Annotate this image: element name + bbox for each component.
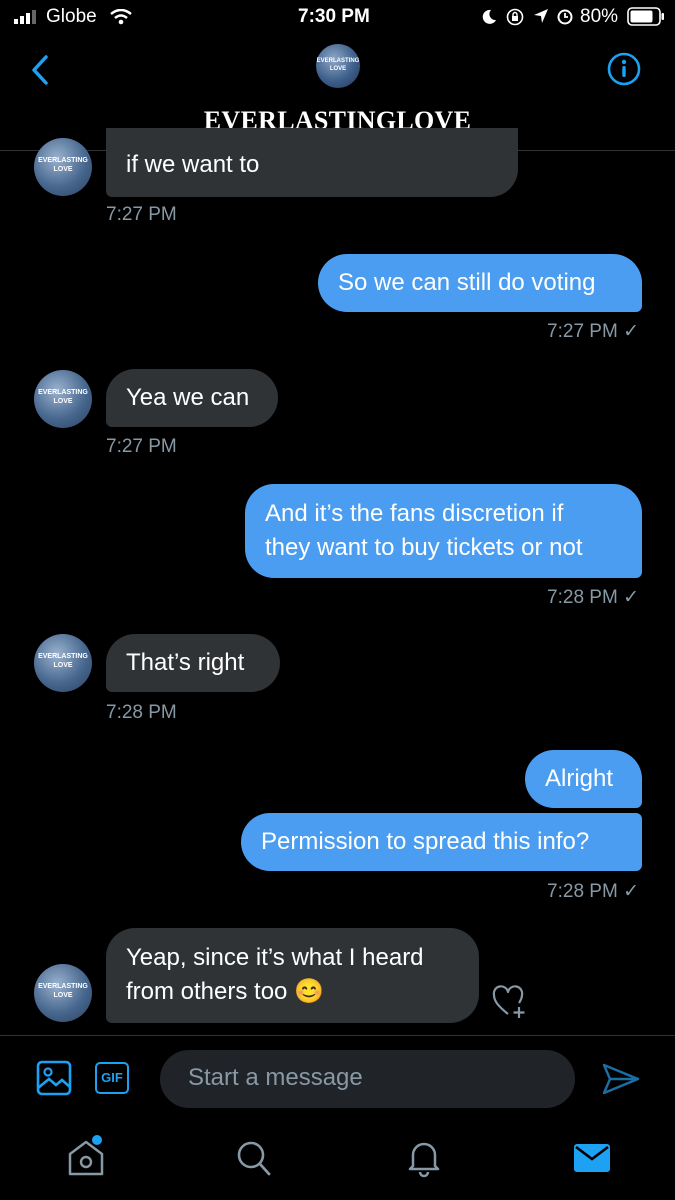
sender-avatar[interactable]: EVERLASTING LOVE <box>34 370 92 428</box>
message-text: if we want to <box>126 151 260 178</box>
status-bar: Globe 7:30 PM 80% <box>0 0 675 34</box>
message-bubble[interactable]: Yea we can <box>106 369 278 427</box>
location-icon <box>534 9 548 23</box>
message-bubble[interactable]: if we want to <box>106 128 518 197</box>
alarm-icon <box>557 9 573 25</box>
message-bubble[interactable]: That’s right <box>106 634 280 692</box>
send-icon[interactable] <box>601 1062 641 1096</box>
sender-avatar[interactable]: EVERLASTING LOVE <box>34 964 92 1022</box>
message-text: So we can still do voting <box>338 269 596 296</box>
message-timestamp: 7:28 PM <box>106 702 177 723</box>
avatar-logo-text: EVERLASTING LOVE <box>38 983 88 999</box>
status-time: 7:30 PM <box>298 6 370 27</box>
battery-icon <box>627 7 664 26</box>
message-bubble[interactable]: So we can still do voting <box>318 254 642 312</box>
avatar-logo-text: EVERLASTING LOVE <box>316 58 360 72</box>
message-text-line: they want to buy tickets or not <box>265 534 583 561</box>
messages-mail-icon[interactable] <box>574 1144 610 1172</box>
notifications-bell-icon[interactable] <box>406 1138 442 1178</box>
sender-avatar[interactable]: EVERLASTING LOVE <box>34 634 92 692</box>
image-icon[interactable] <box>36 1060 72 1096</box>
message-input-placeholder: Start a message <box>188 1064 363 1091</box>
message-text: Alright <box>545 765 614 792</box>
message-timestamp: 7:27 PM <box>106 436 177 457</box>
heart-plus-icon[interactable] <box>492 984 530 1020</box>
wifi-icon <box>110 9 132 25</box>
bottom-tab-bar <box>0 1124 675 1200</box>
message-bubble[interactable]: Yeap, since it’s what I heard from other… <box>106 928 479 1023</box>
message-timestamp: 7:28 PM ✓ <box>547 587 639 608</box>
message-bubble[interactable]: Alright <box>525 750 642 808</box>
message-bubble[interactable]: Permission to spread this info? <box>241 813 642 871</box>
message-text: Yea we can <box>126 384 250 411</box>
header-avatar[interactable]: EVERLASTING LOVE <box>316 44 360 88</box>
gif-button[interactable]: GIF <box>95 1062 129 1094</box>
message-timestamp: 7:28 PM ✓ <box>547 881 639 902</box>
info-icon[interactable] <box>607 52 641 86</box>
gif-label: GIF <box>101 1070 123 1085</box>
message-bubble[interactable]: And it’s the fans discretion if they wan… <box>245 484 642 578</box>
message-text-line: Yeap, since it’s what I heard <box>126 944 424 971</box>
message-text-line: from others too 😊 <box>126 978 324 1005</box>
avatar-logo-text: EVERLASTING LOVE <box>38 157 88 173</box>
message-text-line: And it’s the fans discretion if <box>265 500 564 527</box>
avatar-logo-text: EVERLASTING LOVE <box>38 389 88 405</box>
message-composer: GIF Start a message <box>0 1035 675 1124</box>
message-timestamp: 7:27 PM <box>106 204 177 225</box>
home-icon[interactable] <box>66 1134 106 1178</box>
moon-icon <box>482 9 496 24</box>
message-input[interactable]: Start a message <box>160 1050 575 1108</box>
carrier-label: Globe <box>46 6 97 27</box>
message-timestamp: 7:27 PM ✓ <box>547 321 639 342</box>
avatar-logo-text: EVERLASTING LOVE <box>38 653 88 669</box>
sender-avatar[interactable]: EVERLASTING LOVE <box>34 138 92 196</box>
message-text: Permission to spread this info? <box>261 828 590 855</box>
rotation-lock-icon <box>506 8 524 26</box>
back-arrow-icon[interactable] <box>26 52 56 88</box>
battery-percent: 80% <box>580 6 619 27</box>
signal-icon <box>14 10 36 24</box>
message-text: That’s right <box>126 649 245 676</box>
search-icon[interactable] <box>236 1140 272 1178</box>
